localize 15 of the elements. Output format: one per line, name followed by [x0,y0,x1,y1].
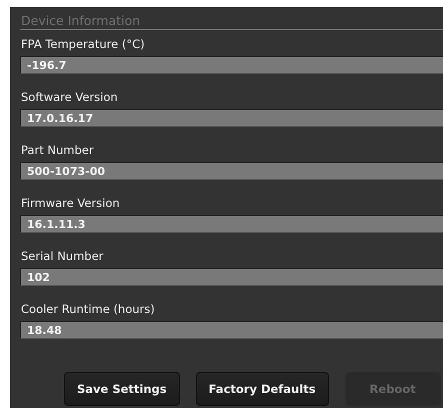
value-field[interactable]: -196.7 [20,56,443,74]
value-field[interactable]: 17.0.16.17 [20,109,443,127]
field-label: FPA Temperature (°C) [20,37,146,51]
field-label: Firmware Version [20,196,121,210]
field-label: Software Version [20,90,119,104]
value-field[interactable]: 18.48 [20,321,443,339]
action-button[interactable]: Factory Defaults [196,372,329,406]
field-label: Serial Number [20,249,104,263]
value-field[interactable]: 500-1073-00 [20,162,443,180]
section-title: Device Information [20,12,443,30]
action-button[interactable]: Save Settings [64,372,180,406]
value-field[interactable]: 102 [20,268,443,286]
field-label: Part Number [20,143,95,157]
value-field[interactable]: 16.1.11.3 [20,215,443,233]
field-label: Cooler Runtime (hours) [20,302,156,316]
